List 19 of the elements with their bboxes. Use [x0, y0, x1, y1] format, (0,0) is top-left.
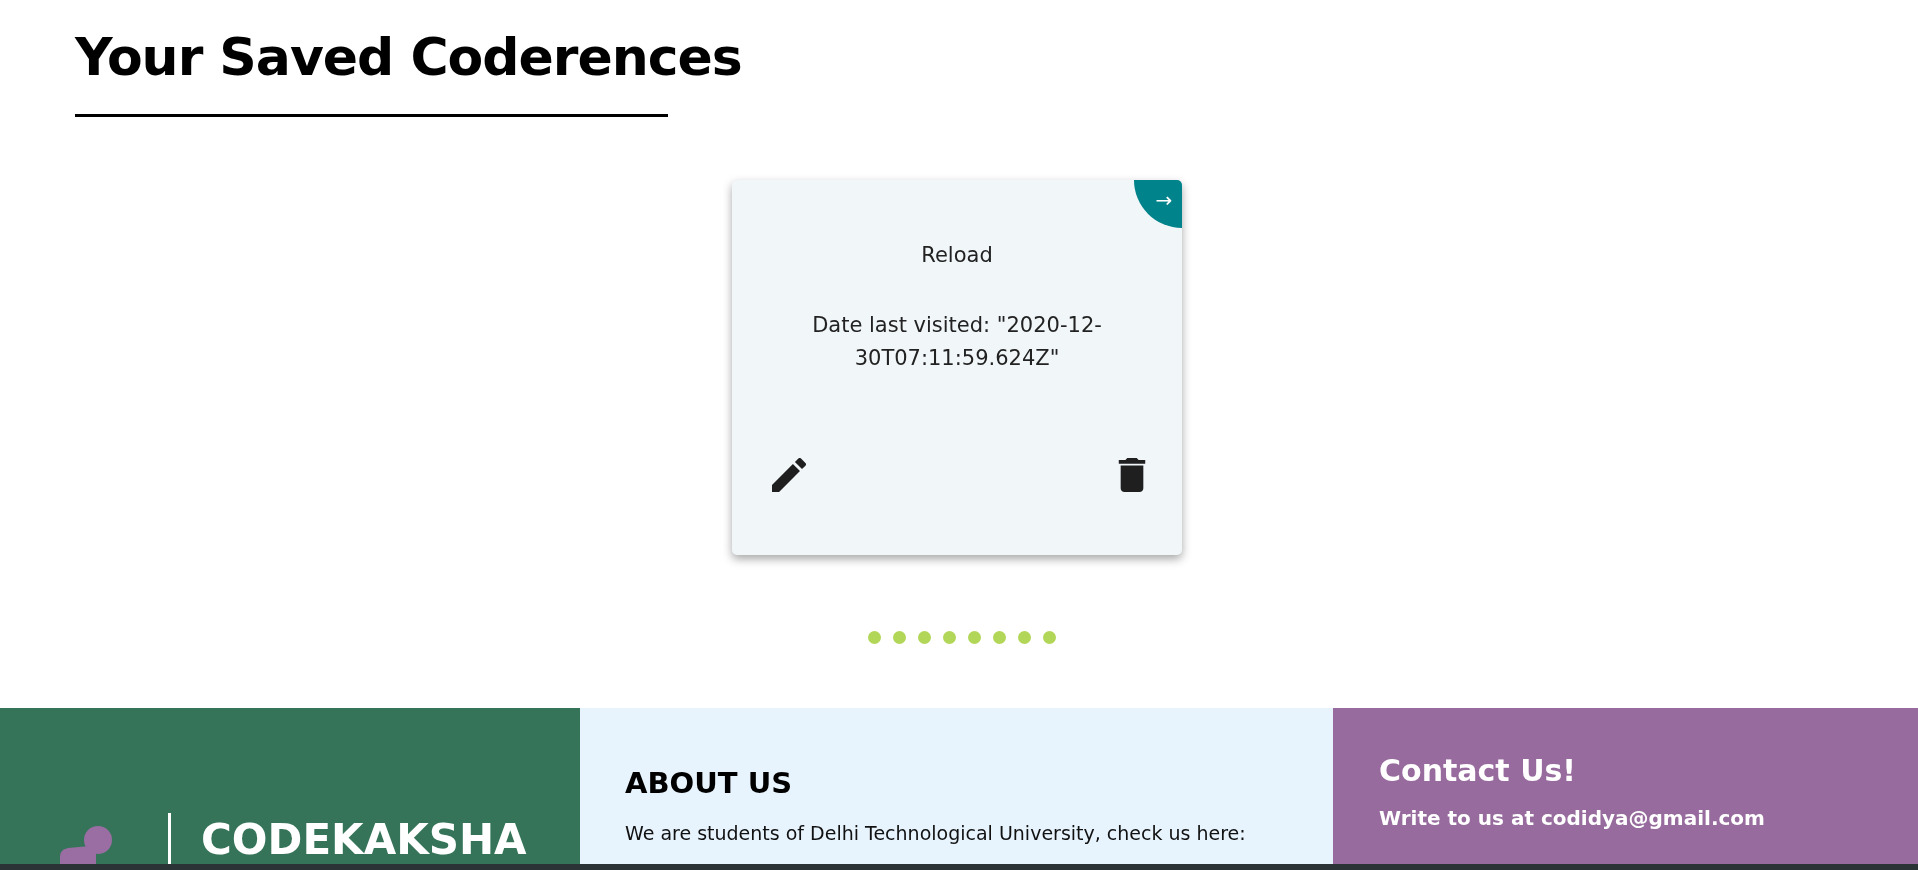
- pagination-dot[interactable]: [1043, 631, 1056, 644]
- pagination-dot[interactable]: [968, 631, 981, 644]
- pagination-dot[interactable]: [868, 631, 881, 644]
- about-text: We are students of Delhi Technological University, check us here:: [625, 822, 1247, 844]
- pagination-dot[interactable]: [1018, 631, 1031, 644]
- pagination-dot[interactable]: [918, 631, 931, 644]
- contact-text: Write to us at codidya@gmail.com: [1379, 806, 1766, 830]
- trash-icon[interactable]: [1118, 458, 1146, 492]
- contact-title: Contact Us!: [1379, 753, 1578, 788]
- about-title: ABOUT US: [625, 766, 794, 800]
- open-button[interactable]: →: [1134, 180, 1182, 228]
- brand-name: CODEKAKSHA: [201, 817, 527, 863]
- page-heading: Your Saved Coderences: [75, 26, 743, 89]
- pagination-dot[interactable]: [943, 631, 956, 644]
- pagination-dot[interactable]: [993, 631, 1006, 644]
- pagination-dot[interactable]: [893, 631, 906, 644]
- date-text: Date last visited: "2020-12-30T07:11:59.624Z": [811, 312, 1103, 372]
- pencil-icon[interactable]: [772, 458, 806, 492]
- card-title: Reload: [921, 243, 993, 267]
